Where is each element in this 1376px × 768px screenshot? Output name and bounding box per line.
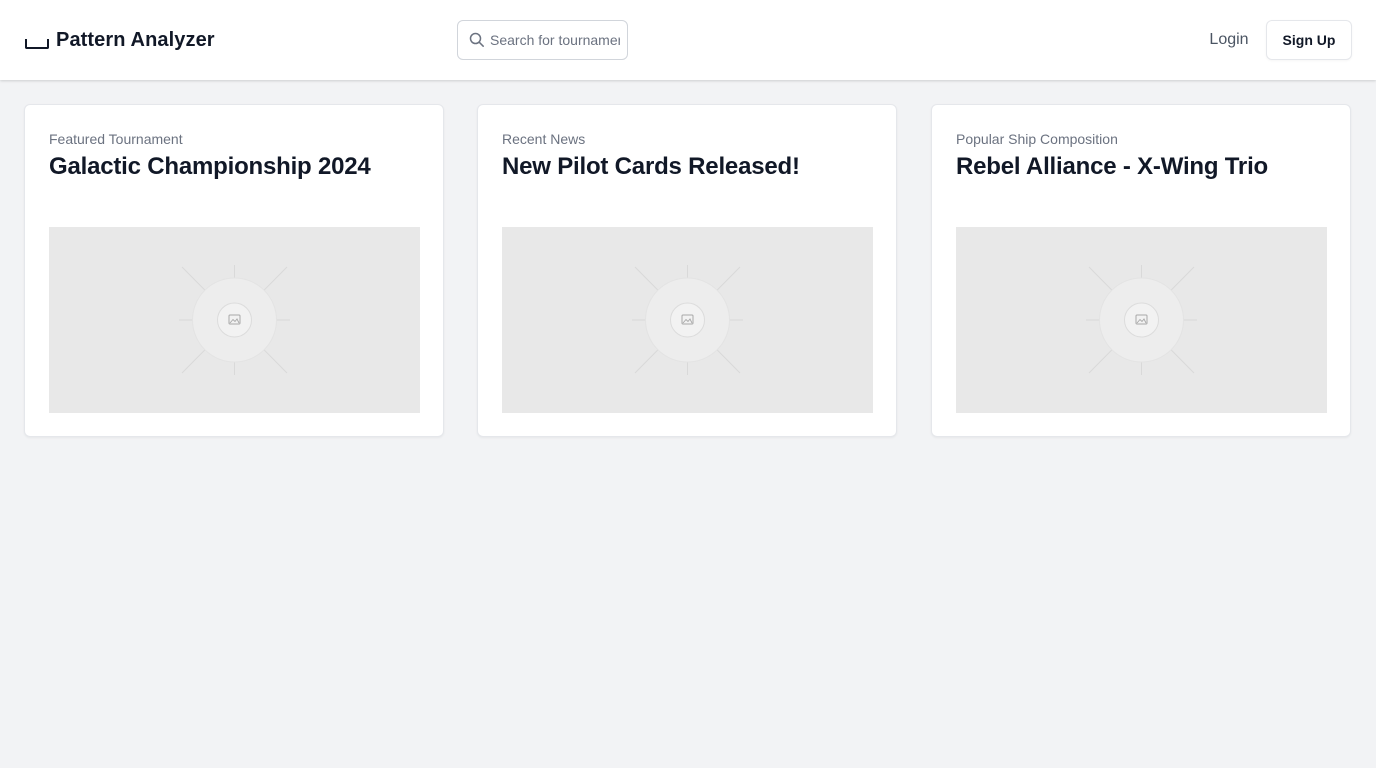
recent-news-card[interactable]: Recent News New Pilot Cards Released! bbox=[477, 104, 897, 437]
image-placeholder bbox=[502, 227, 873, 413]
featured-tournament-card[interactable]: Featured Tournament Galactic Championshi… bbox=[24, 104, 444, 437]
card-title: Galactic Championship 2024 bbox=[49, 153, 371, 180]
card-kicker: Featured Tournament bbox=[49, 131, 183, 147]
image-placeholder bbox=[956, 227, 1327, 413]
image-placeholder-icon bbox=[1086, 265, 1197, 375]
login-link[interactable]: Login bbox=[1196, 24, 1262, 56]
popular-ship-composition-card[interactable]: Popular Ship Composition Rebel Alliance … bbox=[931, 104, 1351, 437]
card-title: Rebel Alliance - X-Wing Trio bbox=[956, 153, 1269, 180]
image-placeholder bbox=[49, 227, 420, 413]
card-kicker: Popular Ship Composition bbox=[956, 131, 1118, 147]
card-kicker: Recent News bbox=[502, 131, 586, 147]
search-input[interactable] bbox=[490, 21, 620, 59]
search-icon bbox=[469, 32, 484, 47]
card-title: New Pilot Cards Released! bbox=[502, 153, 800, 180]
brand[interactable]: Pattern Analyzer bbox=[24, 27, 215, 53]
app-name: Pattern Analyzer bbox=[56, 28, 215, 51]
search-box[interactable] bbox=[457, 20, 628, 60]
image-placeholder-icon bbox=[179, 265, 290, 375]
image-placeholder-icon bbox=[632, 265, 743, 375]
top-navbar: Pattern Analyzer Login Sign Up bbox=[0, 0, 1376, 80]
sign-up-button[interactable]: Sign Up bbox=[1266, 20, 1352, 60]
logo-icon bbox=[24, 27, 49, 53]
